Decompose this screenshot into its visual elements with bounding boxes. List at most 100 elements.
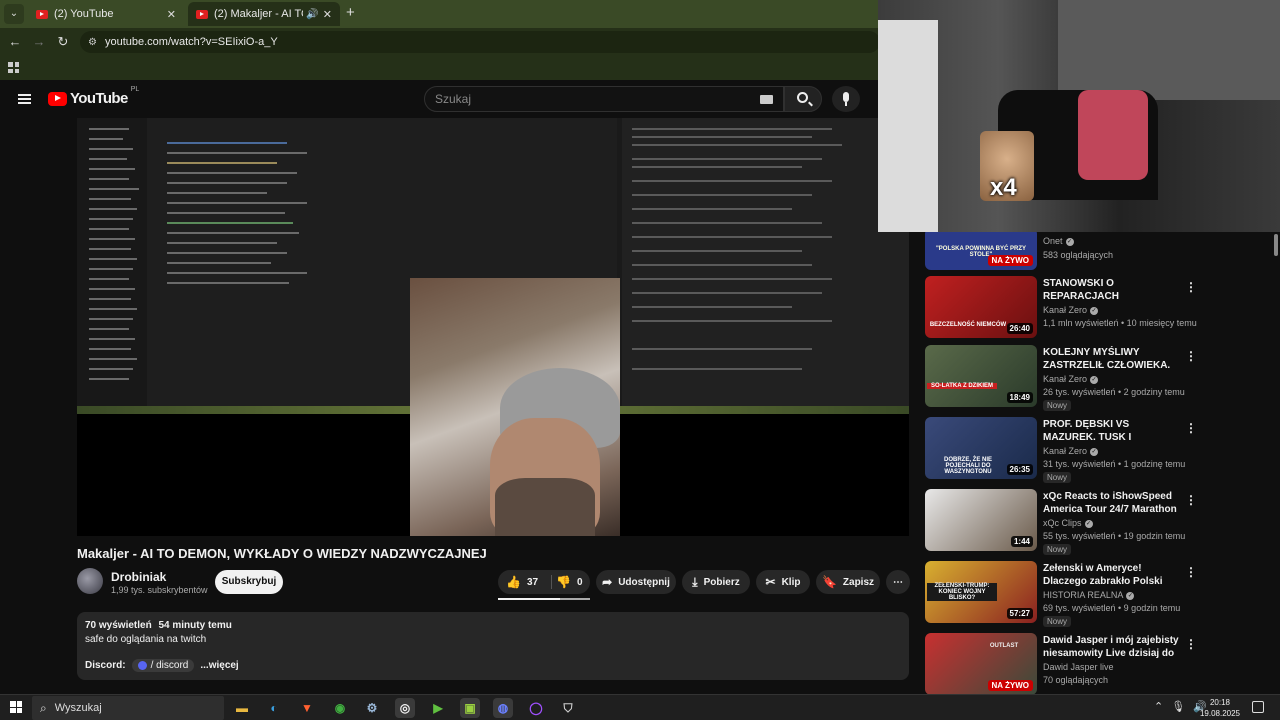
duration-badge: 18:49: [1006, 392, 1033, 403]
rec-title[interactable]: Dawid Jasper i mój zajebisty niesamowity…: [1043, 634, 1181, 660]
like-count[interactable]: 37: [527, 577, 538, 588]
xbox-app-icon[interactable]: ▣: [460, 698, 480, 718]
speaker-icon[interactable]: 🔊: [306, 9, 318, 20]
apps-grid-icon[interactable]: [8, 62, 19, 73]
verified-check-icon: ✓: [1090, 306, 1099, 315]
rec-more-icon[interactable]: ⋮: [1185, 493, 1197, 507]
tab-makaljer[interactable]: (2) Makaljer - AI TO DEMON 🔊 ✕: [188, 2, 340, 26]
clip-button[interactable]: ✂ Klip: [756, 570, 810, 594]
keyboard-icon[interactable]: [760, 95, 773, 104]
tray-chevron-icon[interactable]: ⌃: [1154, 700, 1163, 713]
thumbs-down-icon[interactable]: 👎: [556, 575, 571, 589]
verified-check-icon: ✓: [1090, 447, 1099, 456]
channel-name[interactable]: Drobiniak: [111, 570, 166, 584]
discord-taskbar-icon[interactable]: ◍: [493, 698, 513, 718]
show-more-link[interactable]: ...więcej: [200, 660, 238, 671]
chrome-icon[interactable]: ◉: [330, 698, 350, 718]
rec-more-icon[interactable]: ⋮: [1185, 280, 1197, 294]
url-field[interactable]: ⚙ youtube.com/watch?v=SEIixiO-a_Y: [80, 31, 880, 53]
rec-channel[interactable]: xQc Clips: [1043, 518, 1082, 528]
rec-title[interactable]: STANOWSKI O REPARACJACH WOJENNYCH OD NIE…: [1043, 277, 1181, 303]
discord-link-text: / discord: [150, 660, 189, 671]
rec-stats: 26 tys. wyświetleń • 2 godziny temu: [1043, 387, 1185, 397]
close-tab-icon[interactable]: ✕: [167, 8, 176, 21]
menu-hamburger-icon[interactable]: [18, 94, 31, 104]
recommendation-item[interactable]: BEZCZELNOŚĆ NIEMCÓW 26:40 STANOWSKI O RE…: [925, 276, 1265, 342]
taskbar-clock[interactable]: 20:18 19.08.2025: [1198, 697, 1242, 719]
obs-icon[interactable]: ◎: [395, 698, 415, 718]
download-button[interactable]: ⤓ Pobierz: [682, 570, 750, 594]
rec-more-icon[interactable]: ⋮: [1185, 637, 1197, 651]
video-thumbnail[interactable]: BEZCZELNOŚĆ NIEMCÓW 26:40: [925, 276, 1037, 338]
thumbs-up-icon[interactable]: 👍: [506, 575, 521, 589]
description-meta: 70 wyświetleń 54 minuty temu: [85, 620, 901, 631]
rec-stats: 31 tys. wyświetleń • 1 godzinę temu: [1043, 459, 1186, 469]
country-code: PL: [130, 86, 140, 93]
video-thumbnail[interactable]: "POLSKA POWINNA BYĆ PRZY STOLE" NA ŻYWO: [925, 232, 1037, 270]
file-explorer-icon[interactable]: ▬: [232, 698, 252, 718]
rec-title[interactable]: PROF. DĘBSKI VS MAZUREK. TUSK I NAWROCKI…: [1043, 418, 1181, 444]
edge-browser-icon[interactable]: ◐: [264, 698, 284, 718]
duration-badge: 1:44: [1010, 536, 1033, 547]
description-box[interactable]: 70 wyświetleń 54 minuty temu safe do ogl…: [77, 612, 909, 680]
save-button[interactable]: 🔖 Zapisz: [816, 570, 880, 594]
media-player-icon[interactable]: ▶: [428, 698, 448, 718]
video-thumbnail[interactable]: ZEŁENSKI-TRUMP: KONIEC WOJNY BLISKO? 57:…: [925, 561, 1037, 623]
video-thumbnail[interactable]: DOBRZE, ŻE NIE POJECHALI DO WASZYNGTONU …: [925, 417, 1037, 479]
reload-icon[interactable]: ↻: [54, 33, 72, 51]
steam-icon[interactable]: ⚙: [362, 698, 382, 718]
share-button[interactable]: ➦ Udostępnij: [596, 570, 676, 594]
youtube-logo[interactable]: YouTube PL: [48, 86, 139, 107]
video-player[interactable]: [77, 118, 909, 536]
video-title: Makaljer - AI TO DEMON, WYKŁADY O WIEDZY…: [77, 546, 487, 561]
recommendation-item[interactable]: SO-LATKA Z DZIKIEM 18:49 KOLEJNY MYŚLIWY…: [925, 345, 1265, 411]
brave-browser-icon[interactable]: ▼: [297, 698, 317, 718]
rec-channel[interactable]: HISTORIA REALNA: [1043, 590, 1123, 600]
search-button[interactable]: [784, 86, 822, 112]
site-info-icon[interactable]: ⚙: [88, 37, 97, 48]
rec-title[interactable]: xQc Reacts to iShowSpeed America Tour 24…: [1043, 490, 1181, 516]
rec-more-icon[interactable]: ⋮: [1185, 565, 1197, 579]
video-thumbnail[interactable]: SO-LATKA Z DZIKIEM 18:49: [925, 345, 1037, 407]
rec-title[interactable]: KOLEJNY MYŚLIWY ZASTRZELIŁ CZŁOWIEKA. ..…: [1043, 346, 1181, 372]
video-thumbnail[interactable]: 1:44: [925, 489, 1037, 551]
recommendation-item[interactable]: OUTLAST NA ŻYWO Dawid Jasper i mój zajeb…: [925, 633, 1265, 694]
back-arrow-icon[interactable]: ←: [6, 33, 24, 51]
rec-channel[interactable]: Kanał Zero: [1043, 305, 1087, 315]
close-tab-icon[interactable]: ✕: [323, 8, 332, 21]
search-icon: [797, 92, 808, 103]
discord-label: Discord:: [85, 660, 126, 671]
rec-channel[interactable]: Kanał Zero: [1043, 446, 1087, 456]
rec-channel[interactable]: Dawid Jasper live: [1043, 662, 1114, 672]
sidebar-scrollbar[interactable]: [1272, 232, 1280, 694]
tab-list-chevron-icon[interactable]: ⌄: [4, 4, 24, 24]
microphone-tray-icon[interactable]: 🎙: [1171, 700, 1185, 713]
windows-start-icon[interactable]: [10, 701, 22, 713]
notification-icon[interactable]: [1252, 701, 1264, 713]
channel-avatar[interactable]: [77, 568, 103, 594]
new-tab-plus-icon[interactable]: +: [346, 4, 355, 21]
tab-youtube[interactable]: (2) YouTube ✕: [28, 2, 184, 26]
recommendation-item[interactable]: DOBRZE, ŻE NIE POJECHALI DO WASZYNGTONU …: [925, 417, 1265, 483]
rec-channel[interactable]: Kanał Zero: [1043, 374, 1087, 384]
voice-search-mic-icon[interactable]: [832, 86, 860, 112]
search-input[interactable]: Szukaj: [424, 86, 784, 112]
rec-title[interactable]: Zełenski w Ameryce! Dlaczego zabrakło Po…: [1043, 562, 1181, 588]
rec-more-icon[interactable]: ⋮: [1185, 421, 1197, 435]
video-thumbnail[interactable]: OUTLAST NA ŻYWO: [925, 633, 1037, 694]
recommendation-item[interactable]: 1:44 xQc Reacts to iShowSpeed America To…: [925, 489, 1265, 555]
shield-app-icon[interactable]: ⛉: [558, 698, 578, 718]
thumbnail-caption: BEZCZELNOŚĆ NIEMCÓW: [929, 322, 1007, 328]
rec-channel[interactable]: Onet: [1043, 236, 1063, 246]
subscribe-button[interactable]: Subskrybuj: [215, 570, 283, 594]
youtube-play-logo-icon: [48, 91, 67, 106]
rec-stats: 55 tys. wyświetleń • 19 godzin temu: [1043, 531, 1186, 541]
twitch-icon[interactable]: ◯: [526, 698, 546, 718]
recommendation-item[interactable]: ZEŁENSKI-TRUMP: KONIEC WOJNY BLISKO? 57:…: [925, 561, 1265, 627]
discord-link[interactable]: / discord: [131, 659, 195, 672]
rec-stats: 69 tys. wyświetleń • 9 godzin temu: [1043, 603, 1181, 613]
rec-more-icon[interactable]: ⋮: [1185, 349, 1197, 363]
more-actions-button[interactable]: ⋯: [886, 570, 910, 594]
forward-arrow-icon[interactable]: →: [30, 33, 48, 51]
taskbar-search[interactable]: ⌕ Wyszukaj: [32, 696, 224, 720]
